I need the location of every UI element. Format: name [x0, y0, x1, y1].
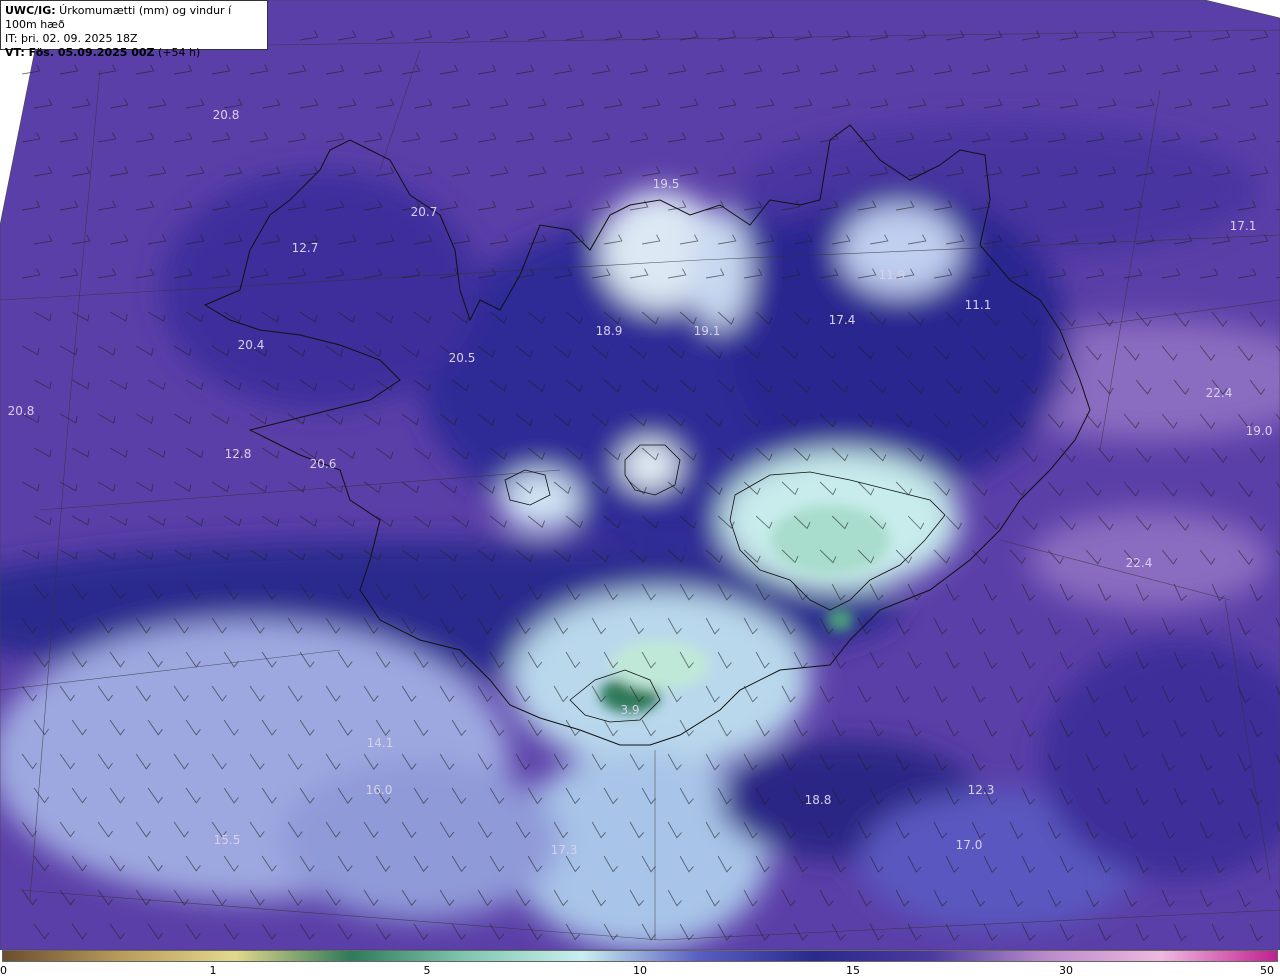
colorbar-tick-label: 5	[423, 964, 431, 977]
value-label: 16.0	[366, 783, 393, 797]
value-label: 17.1	[1230, 219, 1257, 233]
colorbar-tick-label: 0	[0, 964, 7, 977]
value-label: 20.4	[238, 338, 265, 352]
value-label: 12.8	[225, 447, 252, 461]
title-line: UWC/IG: Úrkomumætti (mm) og vindur í 100…	[5, 4, 263, 32]
value-label: 20.5	[449, 351, 476, 365]
value-label: 11.9	[879, 268, 906, 282]
value-label: 12.3	[968, 783, 995, 797]
value-label: 20.8	[8, 404, 35, 418]
value-label: 22.4	[1126, 556, 1153, 570]
colorbar-gradient	[2, 950, 1278, 962]
value-label: 19.0	[1246, 424, 1273, 438]
value-label: 18.9	[596, 324, 623, 338]
value-label: 12.7	[292, 241, 319, 255]
value-label: 3.9	[620, 703, 639, 717]
value-label: 18.8	[805, 793, 832, 807]
value-label: 15.5	[214, 833, 241, 847]
value-label: 17.3	[551, 843, 578, 857]
precip-field	[0, 0, 1280, 950]
valid-time-line: VT: Fös. 05.09.2025 00Z (+54 h)	[5, 46, 263, 60]
colorbar: 0 1 5 10 15 30 50	[0, 950, 1280, 978]
colorbar-tick-label: 10	[633, 964, 647, 977]
value-label: 22.4	[1206, 386, 1233, 400]
value-label: 17.4	[829, 313, 856, 327]
colorbar-tick-label: 15	[846, 964, 860, 977]
value-label: 20.7	[411, 205, 438, 219]
value-label: 11.1	[965, 298, 992, 312]
value-label: 20.6	[310, 457, 337, 471]
colorbar-tick-label: 1	[209, 964, 217, 977]
valid-time: VT: Fös. 05.09.2025 00Z	[5, 46, 155, 59]
value-label: 19.1	[694, 324, 721, 338]
value-label: 20.8	[213, 108, 240, 122]
forecast-hour: (+54 h)	[154, 46, 201, 59]
value-label: 17.0	[956, 838, 983, 852]
map-title-box: UWC/IG: Úrkomumætti (mm) og vindur í 100…	[0, 0, 268, 59]
model-name: UWC/IG:	[5, 4, 56, 17]
precipitation-map[interactable]: 20.8 19.5 20.7 17.1 12.7 11.9 11.1 17.4 18.9 19.1…	[0, 0, 1280, 950]
colorbar-tick-label: 30	[1059, 964, 1073, 977]
colorbar-tick-label: 50	[1260, 964, 1274, 977]
init-time: IT: þri. 02. 09. 2025 18Z	[5, 32, 138, 45]
value-label: 19.5	[653, 177, 680, 191]
value-label: 14.1	[367, 736, 394, 750]
